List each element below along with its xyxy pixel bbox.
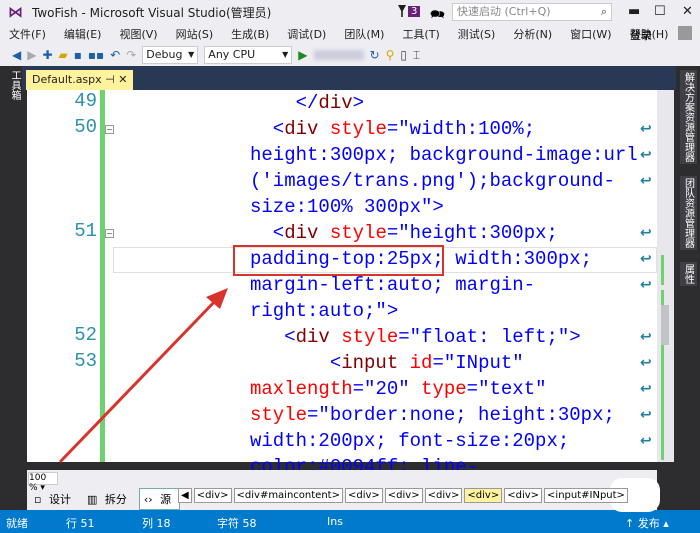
status-ready: 就绪 xyxy=(6,517,28,530)
source-view-button[interactable]: ‹› 源 xyxy=(138,488,181,510)
breadcrumb-item-active[interactable]: <div> xyxy=(464,488,503,503)
publish-button[interactable]: ↑ 发布 ▴ xyxy=(625,515,669,531)
breadcrumb-item[interactable]: <input#INput> xyxy=(544,488,628,503)
tag-breadcrumb: ◀ <div> <div#maincontent> <div> <div> <d… xyxy=(178,488,628,503)
status-mode: Ins xyxy=(327,515,343,528)
status-col: 列 18 xyxy=(142,517,171,530)
status-bar: 就绪 行 51 列 18 字符 58 Ins ↑ 发布 ▴ xyxy=(0,510,700,533)
breadcrumb-item[interactable]: <div#maincontent> xyxy=(233,488,343,503)
annotation-arrow xyxy=(58,288,228,464)
view-switcher: ▫ 设计 ▥ 拆分 ‹› 源 xyxy=(30,488,181,510)
breadcrumb-item[interactable]: <div> xyxy=(344,488,383,503)
status-char: 字符 58 xyxy=(217,517,257,530)
breadcrumb-item[interactable]: <div> xyxy=(504,488,543,503)
breadcrumb-scroll-left-icon[interactable]: ◀ xyxy=(178,488,192,503)
split-view-button[interactable]: ▥ 拆分 xyxy=(83,489,135,509)
zoom-select[interactable]: 100 % ▾ xyxy=(28,472,58,493)
split-label: 拆分 xyxy=(104,493,127,506)
status-row: 行 51 xyxy=(66,517,95,530)
breadcrumb-item[interactable]: <div> xyxy=(424,488,463,503)
design-view-button[interactable]: ▫ 设计 xyxy=(30,489,79,509)
breadcrumb-item[interactable]: <div> xyxy=(193,488,232,503)
source-label: 源 xyxy=(160,493,172,506)
breadcrumb-item[interactable]: <div> xyxy=(384,488,423,503)
design-label: 设计 xyxy=(48,493,71,506)
